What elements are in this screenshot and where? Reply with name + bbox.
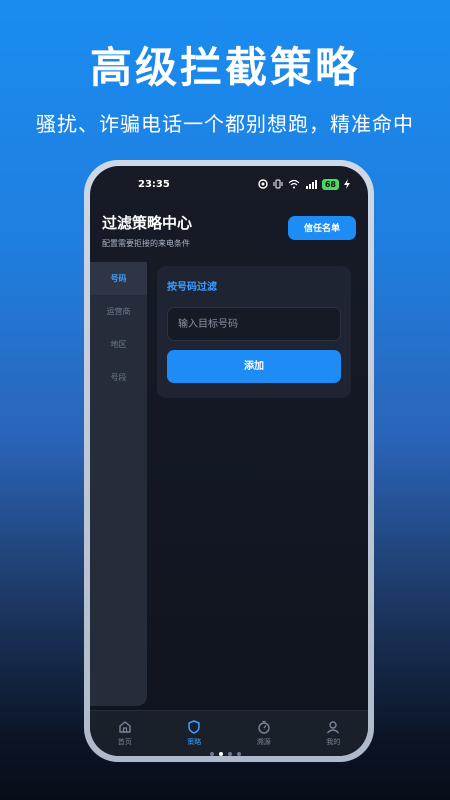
number-filter-card: 按号码过滤 添加 [157, 266, 351, 398]
app-header: 过滤策略中心 配置需要拒接的来电条件 信任名单 [102, 212, 356, 252]
trust-list-button[interactable]: 信任名单 [288, 216, 356, 240]
status-bar: 23:35 68 [90, 166, 368, 202]
add-button[interactable]: 添加 [167, 350, 341, 383]
nav-label: 策略 [187, 738, 202, 746]
sidebar-item-prefix[interactable]: 号段 [90, 361, 147, 394]
filter-type-sidebar: 号码 运营商 地区 号段 [90, 262, 147, 706]
sidebar-item-carrier[interactable]: 运营商 [90, 295, 147, 328]
app-notification-icon [258, 179, 268, 189]
nav-item-strategy[interactable]: 策略 [164, 720, 224, 747]
nav-label: 我的 [326, 738, 341, 746]
battery-level: 68 [321, 178, 339, 190]
promo-subline: 骚扰、诈骗电话一个都别想跑，精准命中 [36, 112, 414, 136]
nav-label: 溯源 [256, 738, 271, 746]
vibrate-icon [273, 179, 283, 189]
page-dot[interactable] [227, 752, 232, 756]
phone-screen: 23:35 68 过滤策略中心 配置需要拒接的来电条件 信任名单 号码 运营商 … [90, 166, 368, 756]
status-icons: 68 [258, 178, 350, 190]
phone-frame: 23:35 68 过滤策略中心 配置需要拒接的来电条件 信任名单 号码 运营商 … [84, 160, 374, 762]
page-indicator [0, 752, 450, 756]
user-icon [327, 721, 340, 734]
page-dot[interactable] [236, 752, 241, 756]
charging-icon [344, 179, 350, 189]
page-dot-active[interactable] [218, 752, 223, 756]
wifi-icon [288, 179, 300, 189]
card-title: 按号码过滤 [167, 282, 217, 293]
page-dot[interactable] [209, 752, 214, 756]
nav-item-home[interactable]: 首页 [95, 720, 155, 747]
nav-item-trace[interactable]: 溯源 [234, 720, 294, 747]
promo-headline: 高级拦截策略 [89, 43, 360, 92]
status-time: 23:35 [138, 178, 170, 190]
nav-label: 首页 [117, 738, 132, 746]
sidebar-item-region[interactable]: 地区 [90, 328, 147, 361]
shield-icon [188, 720, 200, 734]
target-number-input[interactable] [167, 307, 341, 341]
bottom-nav: 首页 策略 溯源 我的 [90, 710, 368, 756]
trace-icon [258, 720, 270, 734]
nav-item-profile[interactable]: 我的 [303, 720, 363, 747]
sidebar-item-number[interactable]: 号码 [90, 262, 147, 295]
home-icon [119, 721, 131, 733]
signal-icon [305, 180, 317, 189]
